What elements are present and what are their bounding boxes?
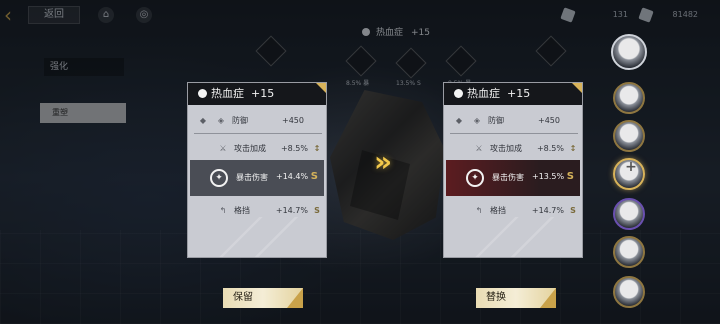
divider xyxy=(194,133,322,134)
card-header: 热血症 +15 xyxy=(444,83,582,105)
tier-mark: S xyxy=(566,171,574,182)
stat-name: 防御 xyxy=(488,116,504,125)
stat-type-icon: ◈ xyxy=(473,116,481,125)
sword-icon: ⚔ xyxy=(475,144,483,153)
card-footer-pattern xyxy=(188,217,326,257)
tier-icon: ↕ xyxy=(313,144,321,153)
item-dot-icon xyxy=(198,89,207,98)
stat-row-attack: ⚔ 攻击加成 +8.5% ↕ xyxy=(194,141,322,157)
stat-name: 暴击伤害 xyxy=(236,173,268,182)
new-stats-card: 热血症 +15 ◆ ◈ 防御 +450 ⚔ 攻击加成 +8.5% ↕ ✦ 暴击伤… xyxy=(443,82,583,258)
keep-button-label: 保留 xyxy=(233,292,253,303)
stat-value: +13.5% xyxy=(532,172,565,181)
shield-icon: ◆ xyxy=(455,116,463,125)
stat-value: +450 xyxy=(282,116,304,125)
tier-icon: ↕ xyxy=(569,144,577,153)
keep-button[interactable]: 保留 xyxy=(223,288,303,308)
avatar[interactable] xyxy=(613,276,645,308)
item-dot-icon xyxy=(454,89,463,98)
crit-icon: ✦ xyxy=(210,169,228,187)
stat-type-icon: ◈ xyxy=(217,116,225,125)
block-icon: ↰ xyxy=(219,206,227,215)
current-stats-card: 热血症 +15 ◆ ◈ 防御 +450 ⚔ 攻击加成 +8.5% ↕ ✦ 暴击伤… xyxy=(187,82,327,258)
highlighted-stat-crit: ✦ 暴击伤害 +13.5% S xyxy=(446,160,580,196)
replace-button-label: 替换 xyxy=(486,292,506,303)
double-chevron-icon: » xyxy=(374,145,392,178)
card-title: 热血症 xyxy=(467,87,500,100)
card-level: +15 xyxy=(507,87,531,100)
stat-name: 攻击加成 xyxy=(234,144,266,153)
divider xyxy=(450,133,578,134)
sword-icon: ⚔ xyxy=(219,144,227,153)
avatar[interactable] xyxy=(613,198,645,230)
card-header: 热血症 +15 xyxy=(188,83,326,105)
stat-value: +8.5% xyxy=(536,144,564,153)
avatar[interactable] xyxy=(611,34,647,70)
tier-mark: S xyxy=(310,171,318,182)
highlighted-stat-crit: ✦ 暴击伤害 +14.4% S xyxy=(190,160,324,196)
stat-name: 防御 xyxy=(232,116,248,125)
card-corner xyxy=(572,83,582,93)
avatar[interactable] xyxy=(613,236,645,268)
tier-icon: S xyxy=(314,206,320,215)
tier-icon: S xyxy=(570,206,576,215)
stat-value: +14.4% xyxy=(276,172,309,181)
stat-name: 攻击加成 xyxy=(490,144,522,153)
button-corner xyxy=(540,288,556,308)
avatar[interactable] xyxy=(613,82,645,114)
stat-value: +450 xyxy=(538,116,560,125)
block-icon: ↰ xyxy=(475,206,483,215)
card-title: 热血症 xyxy=(211,87,244,100)
card-footer-pattern xyxy=(444,217,582,257)
card-corner xyxy=(316,83,326,93)
avatar[interactable] xyxy=(613,120,645,152)
button-corner xyxy=(287,288,303,308)
stat-value: +8.5% xyxy=(280,144,308,153)
add-icon: + xyxy=(625,159,637,175)
stat-row-attack: ⚔ 攻击加成 +8.5% ↕ xyxy=(450,141,578,157)
crit-icon: ✦ xyxy=(466,169,484,187)
card-level: +15 xyxy=(251,87,275,100)
stat-row-defense: ◆ ◈ 防御 +450 xyxy=(450,113,578,129)
stat-name: 暴击伤害 xyxy=(492,173,524,182)
replace-button[interactable]: 替换 xyxy=(476,288,556,308)
shield-icon: ◆ xyxy=(199,116,207,125)
stat-row-defense: ◆ ◈ 防御 +450 xyxy=(194,113,322,129)
